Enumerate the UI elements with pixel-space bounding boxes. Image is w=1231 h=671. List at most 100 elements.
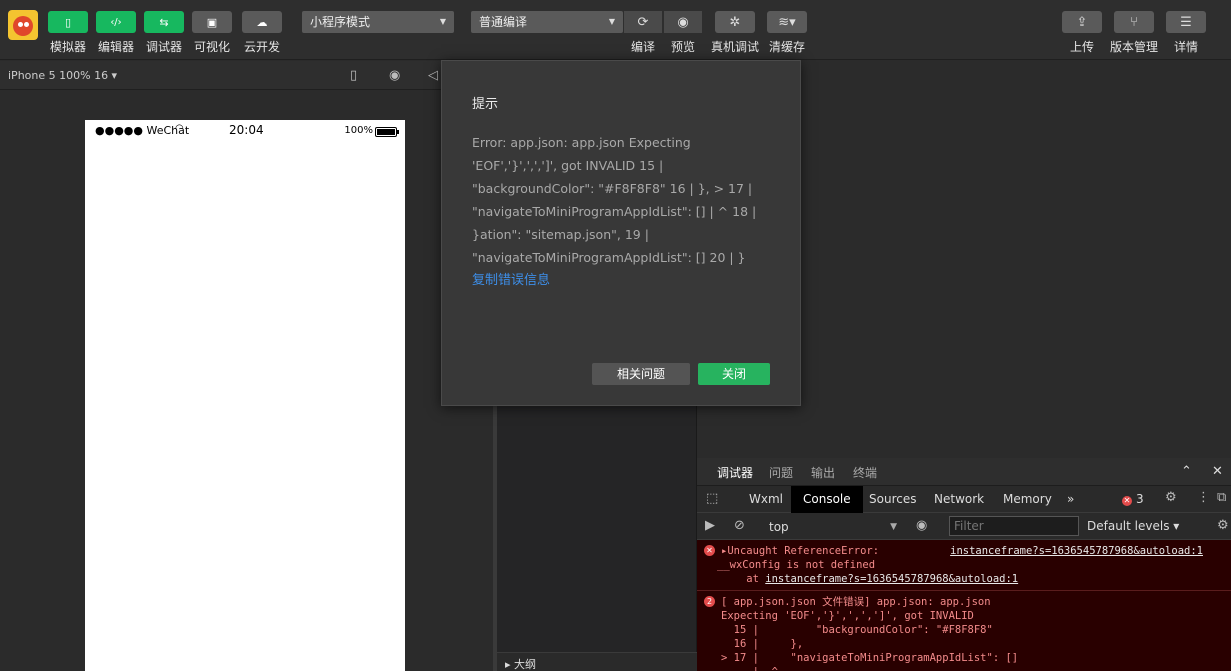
real-debug-button[interactable]: ✲: [715, 11, 755, 33]
layers-icon: ≋▾: [778, 14, 796, 30]
refresh-icon: ⟳: [637, 14, 649, 30]
devtab-wxml[interactable]: Wxml: [749, 492, 783, 506]
phone-icon: ▯: [64, 15, 72, 29]
tab-debugger[interactable]: 调试器: [717, 464, 754, 488]
close-icon[interactable]: ✕: [1212, 464, 1223, 479]
log-entry: 2 [ app.json.json 文件错误] app.json: app.js…: [697, 591, 1231, 671]
editor-toggle-button[interactable]: ‹/›: [96, 11, 136, 33]
phone-rotate-icon[interactable]: ▯: [350, 68, 357, 83]
compile-select[interactable]: 普通编译 ▼: [471, 11, 623, 33]
log-levels-select[interactable]: Default levels ▾: [1087, 519, 1179, 533]
phone-screen[interactable]: ●●●●● WeChat ◠ 20:04 100%: [85, 120, 405, 671]
status-time: 20:04: [229, 123, 264, 137]
clear-console-icon[interactable]: ⊘: [734, 518, 745, 533]
editor-label: 编辑器: [97, 40, 134, 54]
phone-status-bar: ●●●●● WeChat ◠ 20:04 100%: [85, 120, 405, 142]
log-text: ▸Uncaught ReferenceError:: [721, 545, 880, 557]
eye-icon[interactable]: ◉: [916, 518, 927, 533]
console-filter-bar: ▶ ⊘ top ▼ ◉ Default levels ▾ ⚙: [697, 513, 1231, 540]
debug-icon: ⇆: [159, 15, 169, 29]
log-source-link[interactable]: instanceframe?s=1636545787968&autoload:1: [950, 544, 1203, 558]
chevron-down-icon: ▼: [890, 522, 897, 532]
error-icon: ✕: [1122, 496, 1132, 506]
preview-label: 预览: [670, 40, 695, 54]
bug-icon: ✲: [729, 14, 741, 30]
clear-cache-button[interactable]: ≋▾: [767, 11, 807, 33]
console-output: ✕ ▸Uncaught ReferenceError: __wxConfig i…: [697, 540, 1231, 671]
chevron-down-icon: ▼: [439, 17, 446, 26]
upload-label: 上传: [1069, 40, 1094, 54]
debugger-label: 调试器: [145, 40, 182, 54]
device-select[interactable]: iPhone 5 100% 16 ▾: [8, 69, 117, 82]
stack-link[interactable]: instanceframe?s=1636545787968&autoload:1: [765, 573, 1018, 585]
version-button[interactable]: ⑂: [1114, 11, 1154, 33]
preview-button[interactable]: ◉: [664, 11, 702, 33]
debugger-tabs: 调试器 问题 输出 终端 ⌃ ✕: [697, 458, 1231, 488]
related-issues-button[interactable]: 相关问题: [592, 363, 690, 385]
details-button[interactable]: ☰: [1166, 11, 1206, 33]
simulator-label: 模拟器: [49, 40, 86, 54]
tab-terminal[interactable]: 终端: [853, 464, 877, 481]
devtools-window: ▯ 模拟器 ‹/› 编辑器 ⇆ 调试器 ▣ 可视化 ☁ 云开发 小程序模式 ▼ …: [0, 0, 1231, 671]
devtools-tabs: ⬚ Wxml Console Sources Network Memory » …: [697, 486, 1231, 513]
copy-error-link[interactable]: 复制错误信息: [472, 269, 550, 288]
inspect-icon[interactable]: ⬚: [706, 491, 718, 506]
branch-icon: ⑂: [1130, 14, 1138, 30]
clear-cache-label: 清缓存: [768, 40, 805, 54]
error-count-icon: 2: [704, 596, 715, 607]
sidebar-toggle-icon[interactable]: ▶: [705, 518, 715, 533]
chevron-down-icon: ▼: [608, 17, 615, 26]
log-stack-prefix: at: [721, 573, 766, 585]
record-icon[interactable]: ◉: [389, 68, 400, 83]
devtab-network[interactable]: Network: [934, 492, 984, 506]
more-tabs-button[interactable]: »: [1067, 492, 1074, 506]
cloud-dev-button[interactable]: ☁: [242, 11, 282, 33]
upload-button[interactable]: ⇪: [1062, 11, 1102, 33]
mode-select-value: 小程序模式: [310, 15, 371, 29]
tab-problems[interactable]: 问题: [769, 464, 793, 481]
upload-icon: ⇪: [1076, 14, 1088, 30]
top-toolbar: ▯ 模拟器 ‹/› 编辑器 ⇆ 调试器 ▣ 可视化 ☁ 云开发 小程序模式 ▼ …: [0, 0, 1231, 60]
context-value: top: [769, 520, 789, 534]
error-icon: ✕: [704, 545, 715, 556]
simulator-toggle-button[interactable]: ▯: [48, 11, 88, 33]
dock-icon[interactable]: ⧉: [1217, 490, 1226, 505]
gear-icon[interactable]: ⚙: [1217, 518, 1229, 533]
tab-output[interactable]: 输出: [811, 464, 835, 481]
log-stack-line: at instanceframe?s=1636545787968&autoloa…: [721, 572, 1231, 586]
visual-toggle-button[interactable]: ▣: [192, 11, 232, 33]
compile-button[interactable]: ⟳: [624, 11, 662, 33]
error-dialog: 提示 Error: app.json: app.json Expecting '…: [441, 60, 801, 406]
gear-icon[interactable]: ⚙: [1165, 490, 1177, 505]
battery-percent: 100%: [344, 125, 373, 136]
battery-icon: [375, 127, 399, 137]
layout-icon: ▣: [206, 15, 218, 29]
context-select[interactable]: top ▼: [761, 518, 903, 536]
debugger-panel: 调试器 问题 输出 终端 ⌃ ✕ ⬚ Wxml Console Sources …: [697, 458, 1231, 671]
compile-label: 编译: [630, 40, 655, 54]
simulator-bar: iPhone 5 100% 16 ▾ ▯ ◉ ◁: [0, 61, 441, 90]
log-entry: ✕ ▸Uncaught ReferenceError: __wxConfig i…: [697, 540, 1231, 591]
outline-section[interactable]: ▸ 大纲: [497, 652, 697, 671]
visual-label: 可视化: [193, 40, 230, 54]
chevron-up-icon[interactable]: ⌃: [1181, 464, 1192, 479]
log-message-line2: __wxConfig is not defined: [717, 559, 876, 571]
mode-select[interactable]: 小程序模式 ▼: [302, 11, 454, 33]
console-filter-input[interactable]: [949, 516, 1079, 536]
dialog-message: Error: app.json: app.json Expecting 'EOF…: [472, 135, 757, 265]
avatar[interactable]: [8, 10, 38, 40]
menu-icon: ☰: [1180, 14, 1192, 30]
error-count-badge[interactable]: ✕ 3: [1122, 492, 1144, 506]
error-count: 3: [1136, 492, 1144, 506]
devtab-sources[interactable]: Sources: [869, 492, 916, 506]
cloud-dev-label: 云开发: [243, 40, 280, 54]
debugger-toggle-button[interactable]: ⇆: [144, 11, 184, 33]
version-label: 版本管理: [1109, 40, 1158, 54]
mute-icon[interactable]: ◁: [428, 68, 438, 83]
wifi-icon: ◠: [175, 123, 184, 134]
devtab-console[interactable]: Console: [791, 486, 863, 513]
cloud-icon: ☁: [256, 15, 268, 29]
devtab-memory[interactable]: Memory: [1003, 492, 1052, 506]
kebab-menu-icon[interactable]: ⋮: [1197, 490, 1210, 505]
close-button[interactable]: 关闭: [698, 363, 770, 385]
